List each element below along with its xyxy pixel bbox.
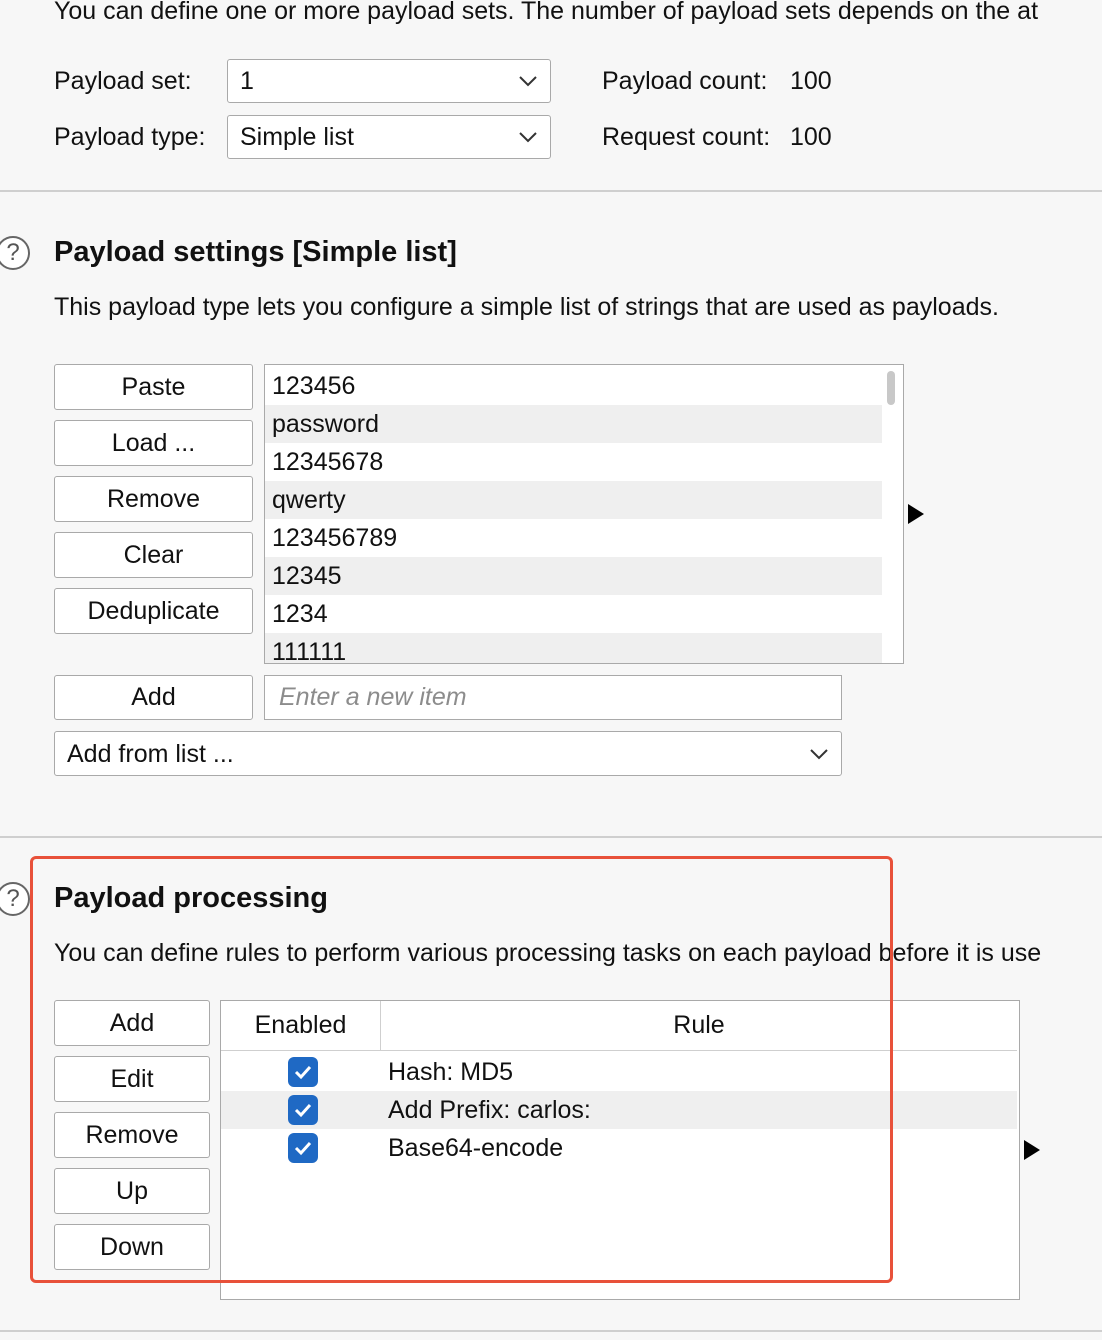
list-item[interactable]: qwerty [265,481,882,519]
help-icon[interactable]: ? [0,236,30,270]
section-divider [0,836,1102,838]
payload-list[interactable]: 123456 password 12345678 qwerty 12345678… [264,364,904,664]
paste-button[interactable]: Paste [54,364,253,410]
list-item[interactable]: 123456 [265,367,882,405]
add-item-button[interactable]: Add [54,675,253,720]
request-count-label: Request count: [602,123,771,151]
list-scrollbar[interactable] [887,371,895,405]
add-from-list-select[interactable]: Add from list ... [54,731,842,776]
section-divider [0,1330,1102,1332]
load-button[interactable]: Load ... [54,420,253,466]
payload-count-value: 100 [790,67,832,95]
payload-count-label: Payload count: [602,67,768,95]
help-icon[interactable]: ? [0,882,30,916]
payload-type-label: Payload type: [54,123,206,151]
expand-arrow-icon[interactable] [1024,1140,1040,1160]
remove-button[interactable]: Remove [54,476,253,522]
new-item-field[interactable] [264,675,842,720]
chevron-down-icon [519,132,537,143]
expand-arrow-icon[interactable] [908,504,924,524]
chevron-down-icon [810,748,828,759]
list-item[interactable]: 12345678 [265,443,882,481]
new-item-input[interactable] [277,682,829,713]
payload-type-select[interactable]: Simple list [227,115,551,159]
section-divider [0,190,1102,192]
list-item[interactable]: 111111 [265,633,882,663]
settings-description: This payload type lets you configure a s… [54,293,999,321]
payload-type-value: Simple list [240,123,354,151]
list-item[interactable]: 12345 [265,557,882,595]
add-from-list-value: Add from list ... [67,739,234,768]
settings-title: Payload settings [Simple list] [54,236,457,268]
payload-set-select[interactable]: 1 [227,59,551,103]
payload-set-value: 1 [240,67,254,95]
list-item[interactable]: password [265,405,882,443]
chevron-down-icon [519,76,537,87]
clear-button[interactable]: Clear [54,532,253,578]
deduplicate-button[interactable]: Deduplicate [54,588,253,634]
highlight-annotation [30,856,893,1283]
intro-text: You can define one or more payload sets.… [54,0,1039,25]
payload-set-label: Payload set: [54,67,192,95]
request-count-value: 100 [790,123,832,151]
list-item[interactable]: 123456789 [265,519,882,557]
list-item[interactable]: 1234 [265,595,882,633]
